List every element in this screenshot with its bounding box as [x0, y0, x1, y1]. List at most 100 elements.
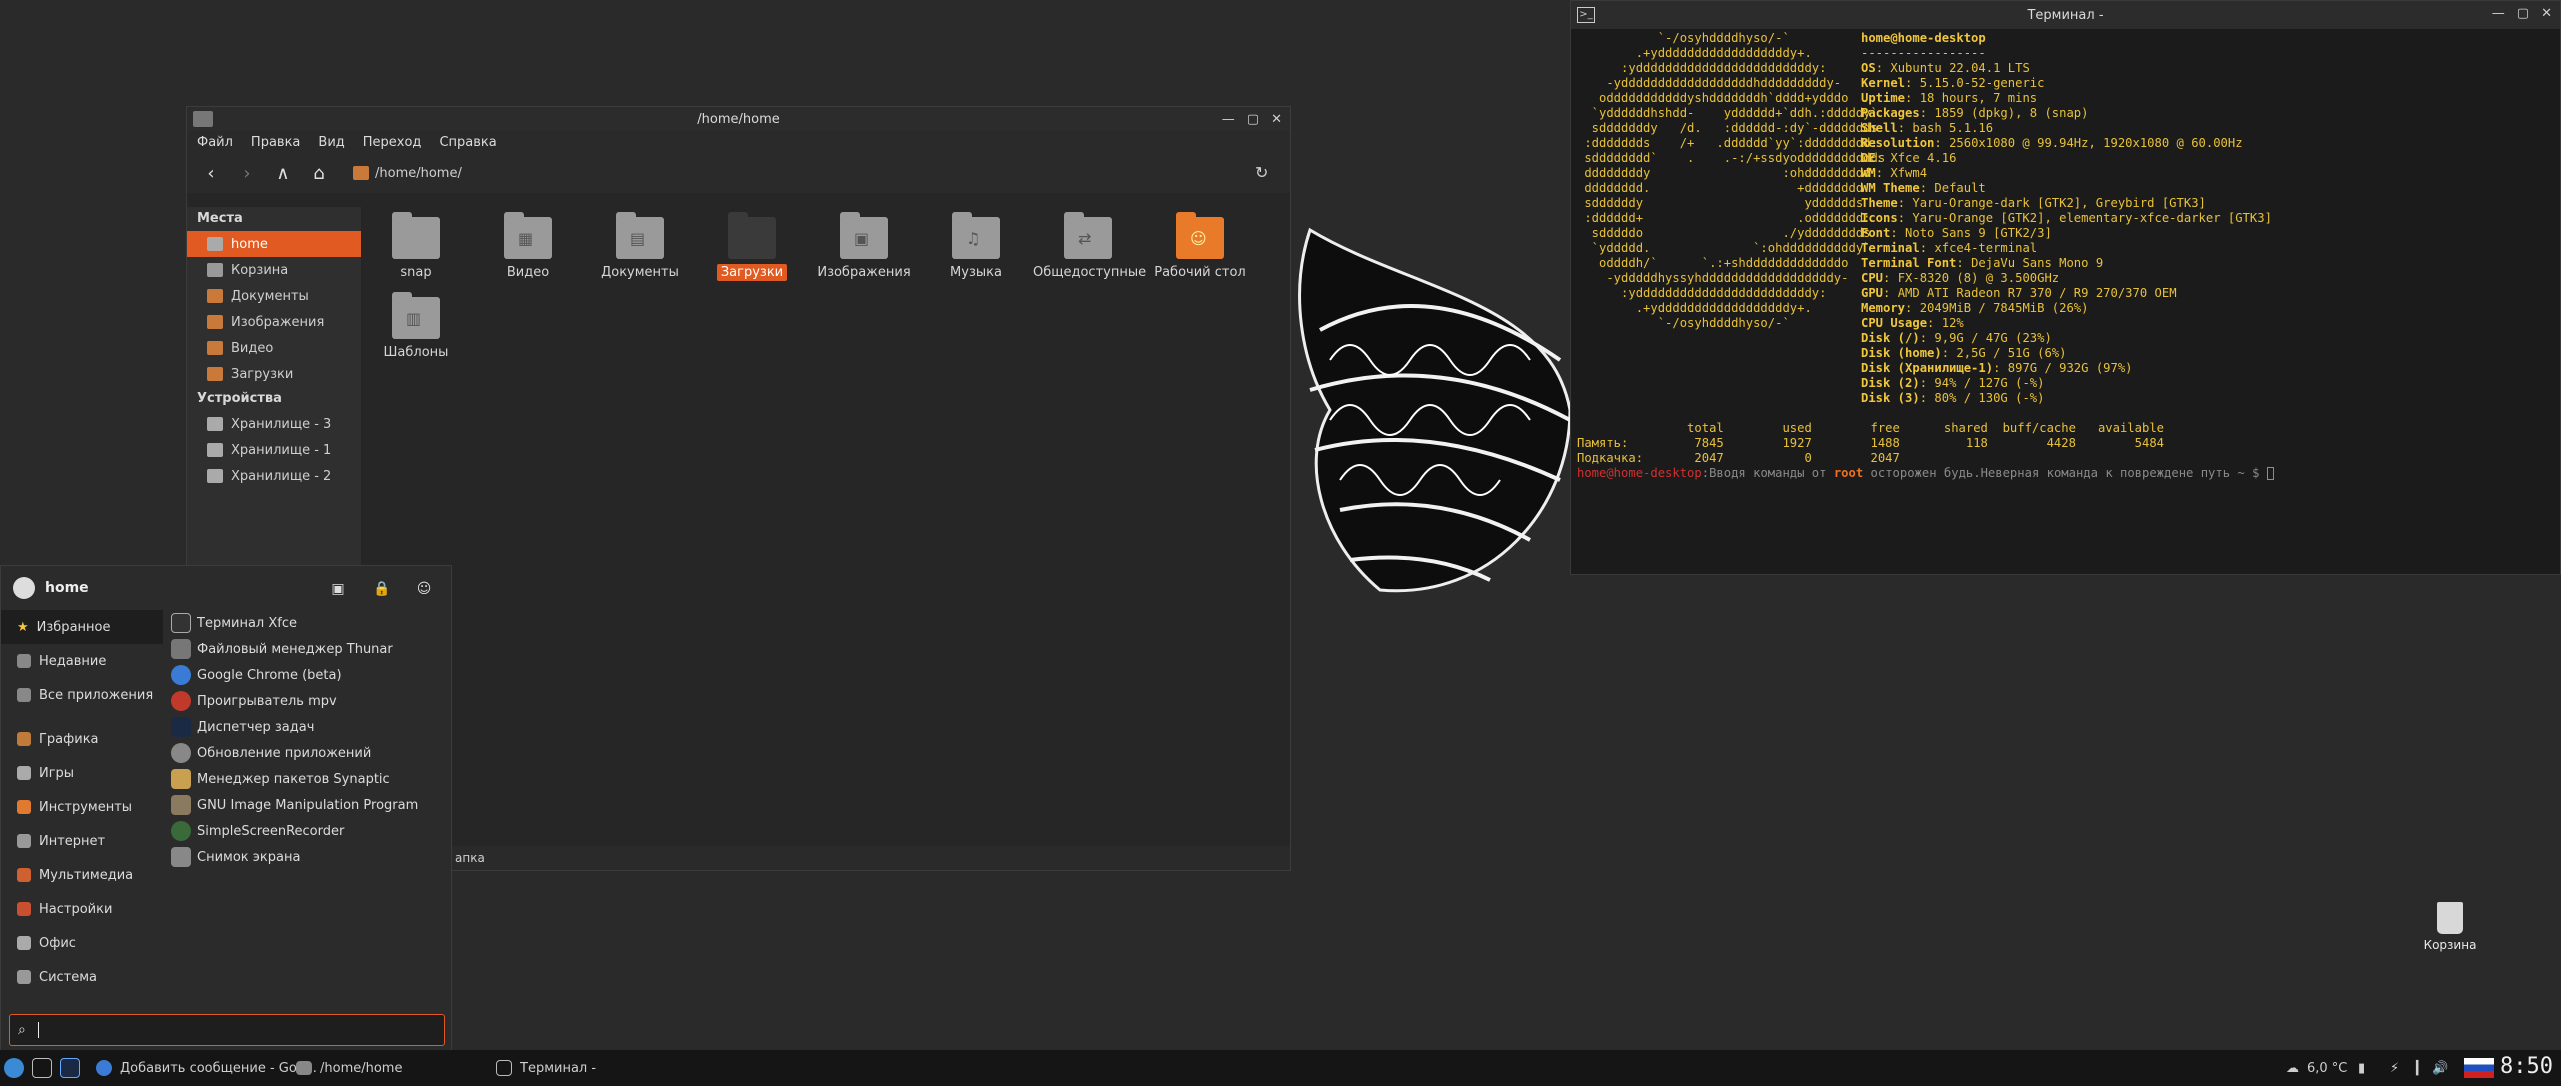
- info-value: 2049MiB / 7845MiB (26%): [1919, 301, 2089, 315]
- task-terminal[interactable]: Терминал -: [496, 1056, 596, 1080]
- keyboard-layout-flag[interactable]: [2464, 1056, 2494, 1080]
- launcher-task-manager[interactable]: [60, 1056, 80, 1080]
- info-key: WM: [1861, 166, 1876, 180]
- place-home[interactable]: home: [187, 231, 361, 257]
- app-synaptic[interactable]: Менеджер пакетов Synaptic: [167, 766, 447, 792]
- desktop-trash[interactable]: Корзина: [2410, 902, 2490, 952]
- weather-plugin[interactable]: ☁ 6,0 °C: [2286, 1056, 2347, 1080]
- back-icon[interactable]: ‹: [201, 163, 221, 184]
- category-internet[interactable]: Интернет: [1, 824, 163, 858]
- place-trash[interactable]: Корзина: [187, 257, 361, 283]
- location-bar[interactable]: /home/home/: [353, 161, 1223, 185]
- places-header: Места: [197, 211, 243, 226]
- file-item[interactable]: snap: [361, 212, 471, 280]
- place-pictures[interactable]: Изображения: [187, 309, 361, 335]
- info-value: Default: [1934, 181, 1986, 195]
- file-item[interactable]: ▤ Документы: [585, 212, 695, 280]
- category-settings[interactable]: Настройки: [1, 892, 163, 926]
- synaptic-icon: [171, 769, 191, 789]
- launcher-terminal[interactable]: [32, 1056, 52, 1080]
- task-chrome[interactable]: Добавить сообщение - Goo...: [96, 1056, 317, 1080]
- file-item[interactable]: ⇄ Общедоступные: [1033, 212, 1146, 280]
- window-titlebar[interactable]: >_ Терминал - — ▢ ✕: [1571, 1, 2560, 29]
- all-apps-icon: [17, 688, 31, 702]
- info-key: Kernel: [1861, 76, 1906, 90]
- menu-view[interactable]: Вид: [318, 135, 344, 150]
- russian-flag-icon: [2464, 1058, 2494, 1078]
- category-all[interactable]: Все приложения: [1, 678, 163, 712]
- app-mpv[interactable]: Проигрыватель mpv: [167, 688, 447, 714]
- app-gimp[interactable]: GNU Image Manipulation Program: [167, 792, 447, 818]
- menu-go[interactable]: Переход: [363, 135, 422, 150]
- category-games[interactable]: Игры: [1, 756, 163, 790]
- maximize-icon[interactable]: ▢: [2517, 6, 2529, 21]
- info-value: bash 5.1.16: [1912, 121, 1994, 135]
- app-terminal[interactable]: Терминал Xfce: [167, 610, 447, 636]
- file-item[interactable]: ▦ Видео: [473, 212, 583, 280]
- lock-icon[interactable]: 🔒: [371, 578, 393, 600]
- power-icon[interactable]: ⚡: [2390, 1056, 2399, 1080]
- search-input[interactable]: ⌕: [9, 1014, 445, 1046]
- app-updater[interactable]: Обновление приложений: [167, 740, 447, 766]
- app-chrome-beta[interactable]: Google Chrome (beta): [167, 662, 447, 688]
- file-item[interactable]: ♫ Музыка: [921, 212, 1031, 280]
- shell-prompt[interactable]: home@home-desktop:Вводя команды от root …: [1577, 466, 2274, 480]
- forward-icon[interactable]: ›: [237, 163, 257, 184]
- home-icon[interactable]: ⌂: [309, 163, 329, 184]
- place-videos[interactable]: Видео: [187, 335, 361, 361]
- task-thunar[interactable]: /home/home: [296, 1056, 402, 1080]
- category-recent[interactable]: Недавние: [1, 644, 163, 678]
- category-graphics[interactable]: Графика: [1, 722, 163, 756]
- maximize-icon[interactable]: ▢: [1247, 112, 1259, 127]
- window-titlebar[interactable]: /home/home — ▢ ✕: [187, 107, 1290, 131]
- clock[interactable]: 8:50: [2500, 1054, 2553, 1079]
- settings-icon[interactable]: ▣: [327, 578, 349, 600]
- trash-icon: [207, 263, 223, 277]
- file-item[interactable]: Загрузки: [697, 212, 807, 281]
- up-icon[interactable]: ∧: [273, 163, 293, 184]
- info-value: 9,9G / 47G (23%): [1934, 331, 2052, 345]
- logout-icon[interactable]: ☺: [413, 578, 435, 600]
- category-tools[interactable]: Инструменты: [1, 790, 163, 824]
- update-icon: [171, 743, 191, 763]
- device-storage-1[interactable]: Хранилище - 1: [187, 437, 361, 463]
- category-favorites[interactable]: ★ Избранное: [1, 610, 163, 644]
- devices-header: Устройства: [197, 391, 282, 406]
- category-office[interactable]: Офис: [1, 926, 163, 960]
- trash-icon: [2437, 902, 2463, 934]
- memory-table: total used free shared buff/cache availa…: [1577, 421, 2164, 465]
- category-system[interactable]: Система: [1, 960, 163, 994]
- whisker-menu-button[interactable]: [4, 1056, 24, 1080]
- file-item[interactable]: ▣ Изображения: [809, 212, 919, 280]
- device-storage-3[interactable]: Хранилище - 3: [187, 411, 361, 437]
- category-multimedia[interactable]: Мультимедиа: [1, 858, 163, 892]
- app-screenshot[interactable]: Снимок экрана: [167, 844, 447, 870]
- menu-file[interactable]: Файл: [197, 135, 233, 150]
- app-task-manager[interactable]: Диспетчер задач: [167, 714, 447, 740]
- place-documents[interactable]: Документы: [187, 283, 361, 309]
- device-storage-2[interactable]: Хранилище - 2: [187, 463, 361, 489]
- chrome-icon: [171, 665, 191, 685]
- info-value: Yaru-Orange [GTK2], elementary-xfce-dark…: [1912, 211, 2272, 225]
- folder-icon: [207, 289, 223, 303]
- close-icon[interactable]: ✕: [1271, 112, 1282, 127]
- reload-icon[interactable]: ↻: [1255, 163, 1268, 182]
- clipboard-icon[interactable]: ▮: [2358, 1056, 2365, 1080]
- menu-help[interactable]: Справка: [439, 135, 496, 150]
- file-item[interactable]: ▥ Шаблоны: [361, 292, 471, 360]
- minimize-icon[interactable]: —: [2492, 6, 2505, 21]
- app-thunar[interactable]: Файловый менеджер Thunar: [167, 636, 447, 662]
- place-downloads[interactable]: Загрузки: [187, 361, 361, 387]
- file-item[interactable]: ☺ Рабочий стол: [1145, 212, 1255, 280]
- info-key: Disk (Хранилище-1): [1861, 361, 1994, 375]
- folder-icon: [207, 341, 223, 355]
- info-key: Disk (3): [1861, 391, 1920, 405]
- info-value: Xfwm4: [1890, 166, 1928, 180]
- close-icon[interactable]: ✕: [2541, 6, 2552, 21]
- app-screen-recorder[interactable]: SimpleScreenRecorder: [167, 818, 447, 844]
- recent-icon: [17, 654, 31, 668]
- info-value: FX-8320 (8) @ 3.500GHz: [1897, 271, 2060, 285]
- menu-edit[interactable]: Правка: [251, 135, 300, 150]
- minimize-icon[interactable]: —: [1222, 112, 1235, 127]
- volume-icon[interactable]: 🔊: [2432, 1056, 2448, 1080]
